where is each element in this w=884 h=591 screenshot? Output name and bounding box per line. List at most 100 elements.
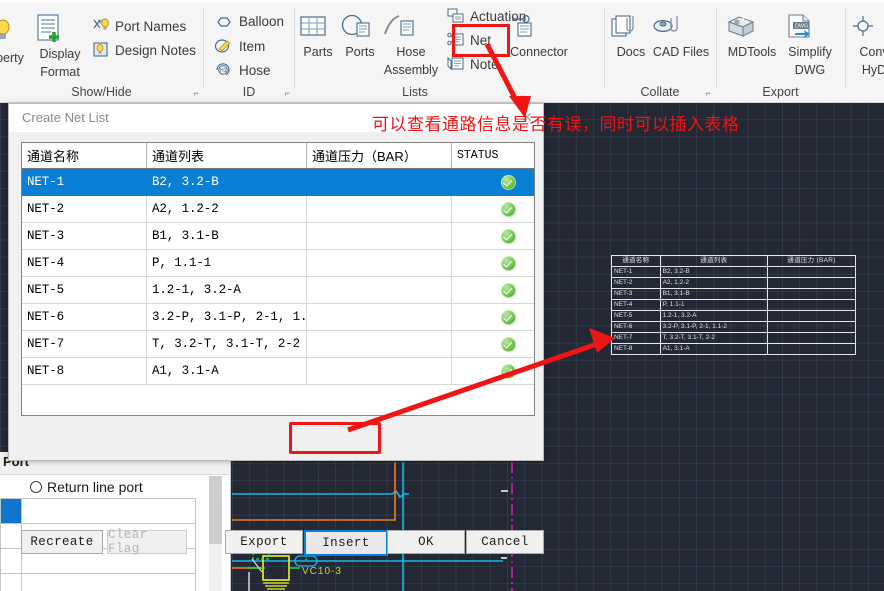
cell-net-pressure[interactable]: [307, 250, 452, 277]
port-row-selector[interactable]: [1, 574, 22, 591]
cad-cell-name: NET-7: [612, 333, 661, 344]
port-names-icon: Y: [92, 17, 110, 35]
column-header-list[interactable]: 通道列表: [147, 143, 307, 169]
design-notes-button[interactable]: Design Notes: [92, 41, 196, 59]
table-row[interactable]: NET-51.2-1, 3.2-A: [22, 277, 535, 304]
cad-cell-pressure: [768, 267, 856, 278]
cad-cell-pressure: [768, 289, 856, 300]
recreate-button[interactable]: Recreate: [21, 530, 103, 554]
cell-net-pressure[interactable]: [307, 304, 452, 331]
cell-net-pressure[interactable]: [307, 196, 452, 223]
table-row[interactable]: NET-63.2-P, 3.1-P, 2-1, 1.1-2: [22, 304, 535, 331]
table-row[interactable]: NET-4P, 1.1-1: [22, 250, 535, 277]
cell-net-list[interactable]: T, 3.2-T, 3.1-T, 2-2: [147, 331, 307, 358]
net-list-table[interactable]: 通道名称 通道列表 通道压力（BAR） STATUS NET-1B2, 3.2-…: [22, 143, 535, 385]
port-grid-scrollbar[interactable]: [209, 476, 222, 591]
id-dialog-launcher[interactable]: ⌐: [285, 88, 290, 98]
show-hide-dialog-launcher[interactable]: ⌐: [194, 88, 199, 98]
cell-net-list[interactable]: 1.2-1, 3.2-A: [147, 277, 307, 304]
hose-assembly-label-1: Hose: [396, 45, 425, 59]
cad-cell-list: B1, 3.1-B: [660, 289, 767, 300]
cell-net-pressure[interactable]: [307, 277, 452, 304]
export-button[interactable]: Export: [225, 530, 303, 554]
ribbon-group-id: Balloon Item H1 Hose ID ⌐: [204, 3, 294, 102]
ports-button[interactable]: Ports: [339, 13, 381, 61]
cancel-button[interactable]: Cancel: [466, 530, 544, 554]
cell-net-name[interactable]: NET-8: [22, 358, 147, 385]
cad-cell-pressure: [768, 333, 856, 344]
column-header-name[interactable]: 通道名称: [22, 143, 147, 169]
return-line-port-radio[interactable]: Return line port: [30, 479, 143, 495]
column-header-pressure[interactable]: 通道压力（BAR）: [307, 143, 452, 169]
cell-net-list[interactable]: A1, 3.1-A: [147, 358, 307, 385]
cell-net-name[interactable]: NET-1: [22, 169, 147, 196]
cell-net-list[interactable]: B1, 3.1-B: [147, 223, 307, 250]
ribbon-group-collate: Docs CAD Files Collate ⌐: [605, 3, 715, 102]
mdtools-button[interactable]: MDTools: [721, 13, 783, 61]
cad-cell-name: NET-8: [612, 344, 661, 355]
cad-inserted-net-table[interactable]: 通道名称 通道列表 通道压力 (BAR) NET-1B2, 3.2-BNET-2…: [611, 255, 856, 355]
cad-cell-name: NET-3: [612, 289, 661, 300]
display-format-button[interactable]: Display Format: [28, 13, 92, 81]
cell-net-name[interactable]: NET-2: [22, 196, 147, 223]
table-row[interactable]: NET-8A1, 3.1-A: [22, 358, 535, 385]
cell-net-list[interactable]: 3.2-P, 3.1-P, 2-1, 1.1-2: [147, 304, 307, 331]
cad-files-button[interactable]: CAD Files: [649, 13, 713, 61]
port-row[interactable]: [1, 574, 196, 591]
cell-net-name[interactable]: NET-6: [22, 304, 147, 331]
column-header-status[interactable]: STATUS: [452, 143, 536, 169]
net-list-table-wrapper[interactable]: 通道名称 通道列表 通道压力（BAR） STATUS NET-1B2, 3.2-…: [21, 142, 535, 416]
return-line-port-label: Return line port: [47, 479, 143, 495]
scrollbar-thumb[interactable]: [209, 476, 222, 544]
port-names-button[interactable]: Y Port Names: [92, 17, 186, 35]
port-row-value[interactable]: [21, 499, 195, 524]
port-row[interactable]: [1, 499, 196, 524]
table-row[interactable]: NET-1B2, 3.2-B: [22, 169, 535, 196]
port-row-selector[interactable]: [1, 549, 22, 574]
docs-button[interactable]: Docs: [609, 13, 653, 61]
cell-net-list[interactable]: P, 1.1-1: [147, 250, 307, 277]
insert-button[interactable]: Insert: [304, 530, 388, 556]
hose-assembly-button[interactable]: Hose Assembly: [380, 13, 442, 79]
cell-net-pressure[interactable]: [307, 358, 452, 385]
parts-button[interactable]: Parts: [297, 13, 339, 61]
convert-hydraulic-button[interactable]: Conv HyD: [846, 13, 884, 79]
cell-net-name[interactable]: NET-5: [22, 277, 147, 304]
cell-net-name[interactable]: NET-3: [22, 223, 147, 250]
cad-files-label: CAD Files: [653, 45, 709, 59]
cell-net-pressure[interactable]: [307, 169, 452, 196]
cell-net-list[interactable]: B2, 3.2-B: [147, 169, 307, 196]
item-button[interactable]: Item: [214, 38, 265, 54]
table-row[interactable]: NET-7T, 3.2-T, 3.1-T, 2-2: [22, 331, 535, 358]
cad-table-row: NET-8A1, 3.1-A: [612, 344, 856, 355]
cell-net-pressure[interactable]: [307, 223, 452, 250]
cell-net-name[interactable]: NET-4: [22, 250, 147, 277]
collate-dialog-launcher[interactable]: ⌐: [706, 88, 711, 98]
note-icon: [447, 56, 465, 72]
table-row[interactable]: NET-3B1, 3.1-B: [22, 223, 535, 250]
port-row-selector[interactable]: [1, 499, 22, 524]
ok-button[interactable]: OK: [387, 530, 465, 554]
port-row-selector[interactable]: [1, 524, 22, 549]
cad-col-pressure: 通道压力 (BAR): [768, 256, 856, 267]
hose-button[interactable]: H1 Hose: [214, 62, 271, 78]
svg-text:DWG: DWG: [795, 24, 808, 30]
item-label: Item: [239, 39, 265, 54]
connector-button[interactable]: Connector: [507, 13, 571, 61]
port-row-value[interactable]: [21, 574, 195, 591]
hose-assembly-label-2: Assembly: [384, 63, 438, 77]
cad-col-list: 通道列表: [660, 256, 767, 267]
cell-net-name[interactable]: NET-7: [22, 331, 147, 358]
note-button[interactable]: Note: [447, 56, 499, 72]
convert-label-1: Conv: [859, 45, 884, 59]
table-row[interactable]: NET-2A2, 1.2-2: [22, 196, 535, 223]
cell-net-status: [452, 223, 536, 250]
balloon-button[interactable]: Balloon: [214, 14, 284, 29]
cad-cell-list: B2, 3.2-B: [660, 267, 767, 278]
simplify-dwg-button[interactable]: DWG Simplify DWG: [779, 13, 841, 79]
simplify-dwg-label-2: DWG: [795, 63, 826, 77]
cell-net-pressure[interactable]: [307, 331, 452, 358]
parts-icon: [297, 13, 339, 41]
cell-net-list[interactable]: A2, 1.2-2: [147, 196, 307, 223]
ports-label: Ports: [345, 45, 374, 59]
